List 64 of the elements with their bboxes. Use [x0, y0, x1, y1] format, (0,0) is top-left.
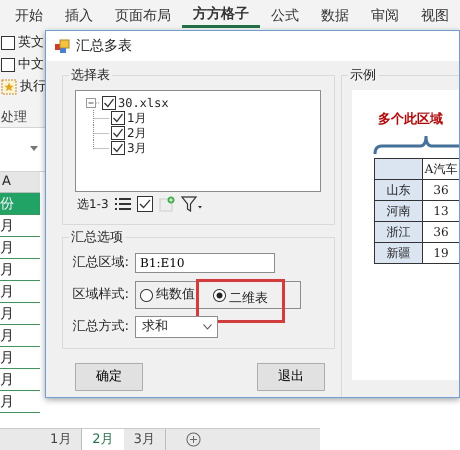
sheet-tab[interactable]: 2月: [82, 429, 124, 450]
field-label: 区域样式:: [72, 286, 130, 304]
dialog-button[interactable]: 退出: [257, 363, 325, 391]
field-label: 汇总方式:: [72, 318, 130, 336]
table-cell: 月: [0, 369, 40, 391]
checkbox[interactable]: [1, 58, 15, 72]
tree-item[interactable]: 2月: [127, 124, 147, 142]
table-cell: 月: [0, 215, 40, 237]
selection-range-label: 选1-3: [77, 196, 109, 213]
group-label: 处理: [1, 109, 27, 127]
table-cell: 月: [0, 303, 40, 325]
input-field[interactable]: B1:E10: [135, 253, 275, 273]
checkbox[interactable]: [1, 36, 15, 50]
checkbox[interactable]: [111, 126, 125, 140]
checkbox[interactable]: [111, 110, 125, 124]
radio-button[interactable]: [213, 289, 226, 302]
table-cell: 月: [0, 237, 40, 259]
ribbon-tab[interactable]: 视图: [410, 0, 460, 28]
app-icon: [54, 38, 70, 54]
collapse-icon[interactable]: [86, 98, 100, 108]
row-header: 山东: [374, 179, 422, 200]
radio-label[interactable]: 二维表: [229, 289, 268, 308]
dropdown[interactable]: 求和: [135, 316, 218, 338]
tree-item[interactable]: 3月: [127, 138, 147, 156]
ribbon-tab[interactable]: 开始: [4, 0, 54, 28]
ribbon-tab[interactable]: 审阅: [360, 0, 410, 28]
table-cell: 份: [0, 193, 40, 215]
sheet-tab[interactable]: 3月: [124, 429, 166, 450]
checkbox-label: 英文: [18, 34, 44, 52]
column-header: A: [0, 172, 40, 193]
row-header: 河南: [374, 200, 422, 221]
dropdown-value: 求和: [142, 318, 168, 336]
caret-icon: [203, 324, 212, 330]
table-cell: 月: [0, 347, 40, 369]
add-sheet-icon[interactable]: [186, 432, 201, 447]
dialog-button[interactable]: 确定: [75, 363, 143, 391]
add-document-icon[interactable]: [158, 196, 175, 212]
table-cell: 月: [0, 259, 40, 281]
column-header: A汽车: [422, 158, 459, 179]
list-icon[interactable]: [114, 197, 131, 211]
radio-button[interactable]: [140, 288, 153, 302]
checkbox[interactable]: [111, 140, 125, 154]
ribbon-button-label[interactable]: 执行: [20, 77, 46, 97]
tree-item[interactable]: 1月: [127, 108, 147, 126]
row-header: 新疆: [374, 242, 422, 263]
tree-connector-line: [93, 110, 109, 125]
checkbox-label: 中文: [18, 56, 44, 74]
ribbon-tab[interactable]: 公式: [260, 0, 310, 28]
window-title: 汇总多表: [76, 36, 132, 56]
filter-icon[interactable]: [180, 196, 203, 212]
dropdown-caret-icon[interactable]: [30, 146, 38, 151]
ribbon-tab[interactable]: 页面布局: [104, 0, 182, 28]
tree-item[interactable]: 30.xlsx: [118, 94, 169, 112]
table-cell: 月: [0, 325, 40, 347]
ribbon-tab[interactable]: 数据: [310, 0, 360, 28]
ribbon-tab[interactable]: 插入: [54, 0, 104, 28]
field-label: 汇总区域:: [72, 254, 130, 272]
checkbox-icon[interactable]: [136, 196, 153, 212]
table-cell: 月: [0, 391, 40, 413]
checkbox[interactable]: [102, 96, 116, 110]
example-caption: 多个此区域: [377, 111, 443, 129]
table-cell: 月: [0, 281, 40, 303]
radio-label[interactable]: 纯数值: [156, 285, 195, 305]
row-header: 浙江: [374, 221, 422, 242]
